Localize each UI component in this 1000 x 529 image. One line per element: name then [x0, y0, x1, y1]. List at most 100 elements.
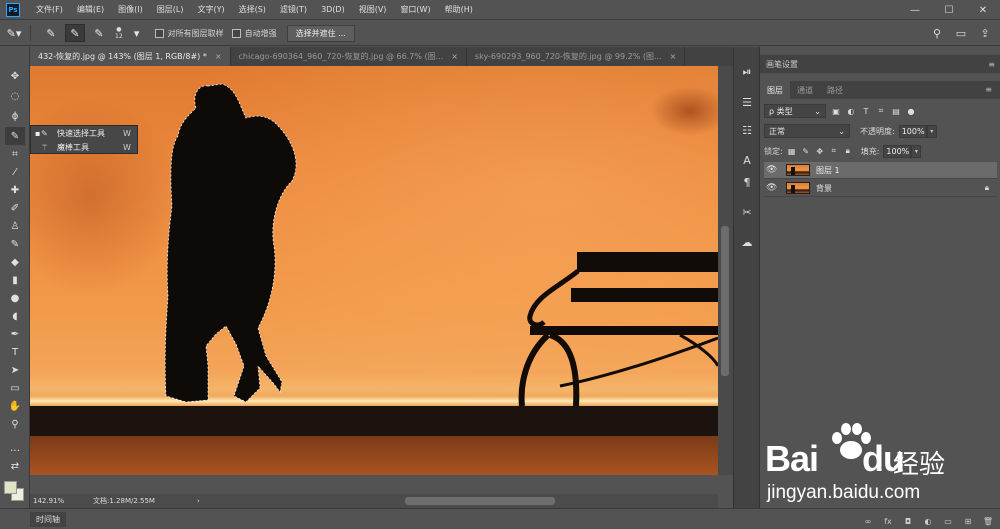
type-filter-icon[interactable]: T	[861, 106, 871, 116]
status-menu-arrow[interactable]: ›	[197, 497, 200, 505]
add-to-selection-icon[interactable]: ✎	[65, 24, 85, 42]
healing-brush-tool-icon[interactable]: ✚	[5, 181, 25, 199]
swap-colors-icon[interactable]: ⇄	[5, 457, 25, 475]
lock-transparent-icon[interactable]: ▦	[787, 146, 797, 156]
flyout-item-quick-select[interactable]: ▪ ✎ 快速选择工具 W	[31, 126, 137, 140]
lock-icon[interactable]: 🔒︎	[985, 183, 989, 193]
libraries-icon[interactable]: ☁	[738, 233, 756, 251]
lock-position-icon[interactable]: ✥	[815, 146, 825, 156]
crop-tool-icon[interactable]: ⌗	[5, 145, 25, 163]
gradient-tool-icon[interactable]: ▮	[5, 271, 25, 289]
tab-document-3[interactable]: sky-690293_960_720-恢复的.jpg @ 99.2% (图...…	[467, 47, 686, 66]
timeline-tab[interactable]: 时间轴	[30, 511, 66, 527]
tab-layers[interactable]: 图层	[760, 81, 790, 99]
tab-paths[interactable]: 路径	[820, 81, 850, 99]
add-mask-icon[interactable]: ◘	[901, 517, 915, 526]
layer-row[interactable]: 👁︎ 图层 1	[764, 162, 997, 179]
checkbox-box[interactable]	[154, 28, 164, 38]
tab-document-1[interactable]: 432-恢复的.jpg @ 143% (图层 1, RGB/8#) * ×	[30, 47, 231, 66]
menu-select[interactable]: 选择(S)	[239, 4, 266, 15]
marquee-tool-icon[interactable]: ◌	[5, 87, 25, 105]
layer-row[interactable]: 👁︎ 背景 🔒︎	[764, 180, 997, 197]
adjustment-filter-icon[interactable]: ◐	[846, 106, 856, 116]
menu-layer[interactable]: 图层(L)	[157, 4, 184, 15]
visibility-eye-icon[interactable]: 👁︎	[766, 165, 780, 175]
layer-name[interactable]: 背景	[816, 183, 832, 194]
share-icon[interactable]: ⇪	[976, 25, 994, 41]
chevron-down-icon[interactable]: ▾	[926, 124, 937, 138]
close-icon[interactable]: ×	[451, 52, 458, 61]
pen-tool-icon[interactable]: ✒	[5, 325, 25, 343]
select-and-mask-button[interactable]: 选择并遮住 ...	[286, 24, 355, 42]
foreground-color-swatch[interactable]	[4, 481, 17, 494]
maximize-button[interactable]: ☐	[932, 0, 966, 20]
fill-input[interactable]: 100%	[883, 144, 912, 158]
brush-tool-icon[interactable]: ✐	[5, 199, 25, 217]
tab-document-2[interactable]: chicago-690364_960_720-恢复的.jpg @ 66.7% (…	[231, 47, 467, 66]
hand-tool-icon[interactable]: ✋	[5, 397, 25, 415]
menu-3d[interactable]: 3D(D)	[321, 5, 345, 14]
layers-panel-menu-icon[interactable]: ≡	[985, 85, 992, 94]
adjustments-icon[interactable]: ☰	[738, 93, 756, 111]
sample-all-layers-checkbox[interactable]: 对所有图层取样	[154, 28, 224, 39]
lasso-tool-icon[interactable]: ϕ	[5, 107, 25, 125]
zoom-level[interactable]: 142.91%	[33, 497, 73, 505]
zoom-tool-icon[interactable]: ⚲	[5, 415, 25, 433]
menu-view[interactable]: 视图(V)	[359, 4, 387, 15]
layer-style-icon[interactable]: fx	[881, 517, 895, 526]
path-selection-tool-icon[interactable]: ➤	[5, 361, 25, 379]
menu-edit[interactable]: 编辑(E)	[77, 4, 104, 15]
more-tools-icon[interactable]: …	[5, 439, 25, 457]
panel-menu-icon[interactable]: ≡	[988, 60, 995, 69]
blend-mode-dropdown[interactable]: 正常 ⌄	[764, 124, 850, 138]
dodge-tool-icon[interactable]: ◖	[5, 307, 25, 325]
adjustment-layer-icon[interactable]: ◐	[921, 517, 935, 526]
menu-window[interactable]: 窗口(W)	[400, 4, 430, 15]
workspace-icon[interactable]: ▭	[952, 25, 970, 41]
tools-presets-icon[interactable]: ✂	[738, 203, 756, 221]
layer-name[interactable]: 图层 1	[816, 165, 840, 176]
clone-stamp-tool-icon[interactable]: ♙	[5, 217, 25, 235]
menu-type[interactable]: 文字(Y)	[197, 4, 224, 15]
brush-size-picker[interactable]: ● 12	[115, 26, 123, 40]
menu-image[interactable]: 图像(I)	[118, 4, 143, 15]
smart-object-filter-icon[interactable]: ▤	[891, 106, 901, 116]
type-tool-icon[interactable]: T	[5, 343, 25, 361]
group-icon[interactable]: ▭	[941, 517, 955, 526]
auto-enhance-checkbox[interactable]: 自动增强	[231, 28, 277, 39]
history-brush-tool-icon[interactable]: ✎	[5, 235, 25, 253]
lock-image-icon[interactable]: ✎	[801, 146, 811, 156]
link-layers-icon[interactable]: ∞	[861, 517, 875, 526]
close-button[interactable]: ✕	[966, 0, 1000, 20]
quick-select-tool-icon[interactable]: ✎	[5, 127, 25, 145]
character-icon[interactable]: A	[738, 151, 756, 169]
visibility-eye-icon[interactable]: 👁︎	[766, 183, 780, 193]
vertical-scrollbar[interactable]	[718, 66, 733, 475]
brush-settings-header[interactable]: 画笔设置 ≡	[760, 55, 1000, 73]
shape-filter-icon[interactable]: ⌗	[876, 106, 886, 116]
chevron-down-icon[interactable]: ▾	[911, 144, 922, 158]
properties-icon[interactable]: ☷	[738, 121, 756, 139]
subtract-from-selection-icon[interactable]: ✎	[89, 24, 109, 42]
brush-dropdown-icon[interactable]: ▾	[127, 24, 147, 42]
quick-select-preset-icon[interactable]: ✎▾	[4, 24, 24, 42]
menu-help[interactable]: 帮助(H)	[445, 4, 473, 15]
delete-layer-icon[interactable]: 🗑︎	[981, 517, 995, 526]
filter-toggle-icon[interactable]: ●	[906, 106, 916, 116]
minimize-button[interactable]: —	[898, 0, 932, 20]
scrollbar-thumb[interactable]	[721, 226, 729, 376]
horizontal-scrollbar-thumb[interactable]	[405, 497, 555, 505]
lock-all-icon[interactable]: 🔒︎	[843, 146, 853, 156]
opacity-input[interactable]: 100%	[898, 124, 927, 138]
pixel-filter-icon[interactable]: ▣	[831, 106, 841, 116]
new-layer-icon[interactable]: ⊞	[961, 517, 975, 526]
search-icon[interactable]: ⚲	[928, 25, 946, 41]
blur-tool-icon[interactable]: ●	[5, 289, 25, 307]
close-icon[interactable]: ×	[215, 52, 222, 61]
checkbox-box[interactable]	[231, 28, 241, 38]
eyedropper-tool-icon[interactable]: ⁄	[5, 163, 25, 181]
flyout-item-magic-wand[interactable]: ⚚ 魔棒工具 W	[31, 140, 137, 154]
history-icon[interactable]: ⏯	[738, 63, 756, 81]
move-tool-icon[interactable]: ✥	[5, 67, 25, 85]
paragraph-icon[interactable]: ¶	[738, 173, 756, 191]
